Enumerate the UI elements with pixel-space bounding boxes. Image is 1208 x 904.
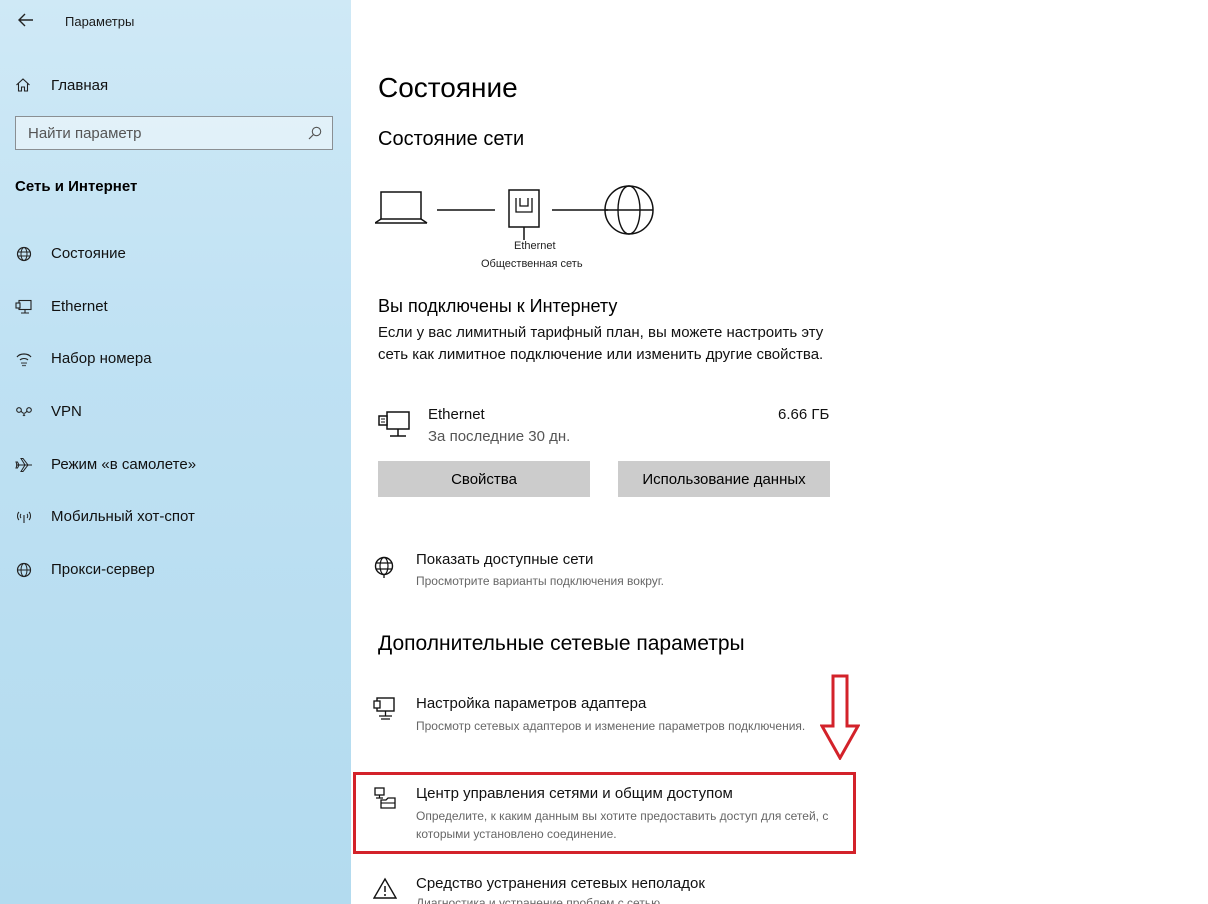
globe-icon bbox=[16, 246, 32, 262]
sidebar-item-label: Прокси-сервер bbox=[51, 561, 155, 578]
search-box[interactable] bbox=[15, 116, 333, 150]
show-networks-link[interactable]: Показать доступные сети Просмотрите вари… bbox=[351, 548, 871, 594]
internet-globe-icon bbox=[604, 185, 654, 235]
adapter-settings-description: Просмотр сетевых адаптеров и изменение п… bbox=[416, 719, 806, 733]
sidebar-item-proxy[interactable]: Прокси-сервер bbox=[0, 552, 351, 588]
diagram-adapter-label: Ethernet bbox=[514, 240, 556, 252]
show-networks-title: Показать доступные сети bbox=[416, 551, 594, 568]
adapter-settings-title: Настройка параметров адаптера bbox=[416, 695, 647, 712]
sidebar-item-status[interactable]: Состояние bbox=[0, 236, 351, 272]
sidebar-item-label: Ethernet bbox=[51, 298, 108, 315]
hotspot-icon bbox=[17, 511, 31, 523]
troubleshooter-title: Средство устранения сетевых неполадок bbox=[416, 875, 705, 892]
section-title: Сеть и Интернет bbox=[15, 178, 138, 195]
sidebar-item-label: Состояние bbox=[51, 245, 126, 262]
sidebar-item-label: Набор номера bbox=[51, 350, 152, 367]
network-sharing-center-title: Центр управления сетями и общим доступом bbox=[416, 785, 733, 802]
adapter-settings-link[interactable]: Настройка параметров адаптера Просмотр с… bbox=[351, 692, 871, 754]
network-status-title: Состояние сети bbox=[378, 128, 525, 150]
ethernet-port-icon bbox=[508, 189, 540, 240]
connected-description: Если у вас лимитный тарифный план, вы мо… bbox=[378, 324, 824, 363]
adapter-period: За последние 30 дн. bbox=[428, 428, 571, 445]
ethernet-icon bbox=[378, 411, 410, 437]
sidebar-item-hotspot[interactable]: Мобильный хот-спот bbox=[0, 499, 351, 535]
sidebar-item-label: VPN bbox=[51, 403, 82, 420]
troubleshooter-link[interactable]: Средство устранения сетевых неполадок Ди… bbox=[351, 872, 871, 904]
search-input[interactable] bbox=[28, 124, 298, 142]
troubleshooter-description: Диагностика и устранение проблем с сетью… bbox=[416, 896, 664, 904]
ethernet-icon bbox=[15, 299, 32, 314]
home-icon bbox=[16, 78, 30, 92]
adapter-name: Ethernet bbox=[428, 406, 485, 423]
warning-icon bbox=[373, 877, 397, 899]
sidebar-item-dialup[interactable]: Набор номера bbox=[0, 341, 351, 377]
network-diagram bbox=[375, 185, 654, 240]
back-arrow-icon[interactable] bbox=[16, 10, 36, 30]
data-usage-button[interactable]: Использование данных bbox=[618, 461, 830, 497]
sidebar-item-label: Мобильный хот-спот bbox=[51, 508, 195, 525]
app-title: Параметры bbox=[65, 14, 135, 29]
vpn-icon bbox=[16, 407, 32, 417]
sidebar-item-label: Режим «в самолете» bbox=[51, 456, 197, 473]
diagram-network-type: Общественная сеть bbox=[481, 258, 583, 270]
main-content: Состояние Состояние сети Ethernet Общест… bbox=[351, 0, 1208, 904]
network-sharing-center-link[interactable]: Центр управления сетями и общим доступом… bbox=[351, 782, 871, 844]
sidebar-item-airplane[interactable]: Режим «в самолете» bbox=[0, 447, 351, 483]
sidebar: Параметры Главная Сеть и Интернет Состоя… bbox=[0, 0, 351, 904]
show-networks-description: Просмотрите варианты подключения вокруг. bbox=[416, 574, 664, 588]
properties-button[interactable]: Свойства bbox=[378, 461, 590, 497]
sidebar-item-vpn[interactable]: VPN bbox=[0, 394, 351, 430]
connected-title: Вы подключены к Интернету bbox=[378, 296, 618, 316]
home-label: Главная bbox=[51, 77, 109, 94]
page-title: Состояние bbox=[378, 72, 518, 103]
sidebar-item-ethernet[interactable]: Ethernet bbox=[0, 289, 351, 325]
globe-icon bbox=[16, 562, 32, 578]
globe-network-icon bbox=[374, 556, 394, 578]
sidebar-home[interactable]: Главная bbox=[0, 70, 351, 100]
advanced-settings-title: Дополнительные сетевые параметры bbox=[378, 632, 745, 655]
down-arrow-icon bbox=[820, 674, 860, 760]
network-sharing-icon bbox=[374, 787, 396, 809]
adapter-icon bbox=[373, 697, 395, 720]
airplane-icon bbox=[15, 458, 32, 472]
search-icon[interactable] bbox=[308, 126, 322, 140]
computer-icon bbox=[375, 191, 428, 224]
adapter-data-usage: 6.66 ГБ bbox=[778, 406, 830, 423]
dialup-icon bbox=[16, 353, 32, 367]
network-sharing-center-description: Определите, к каким данным вы хотите пре… bbox=[416, 809, 829, 841]
